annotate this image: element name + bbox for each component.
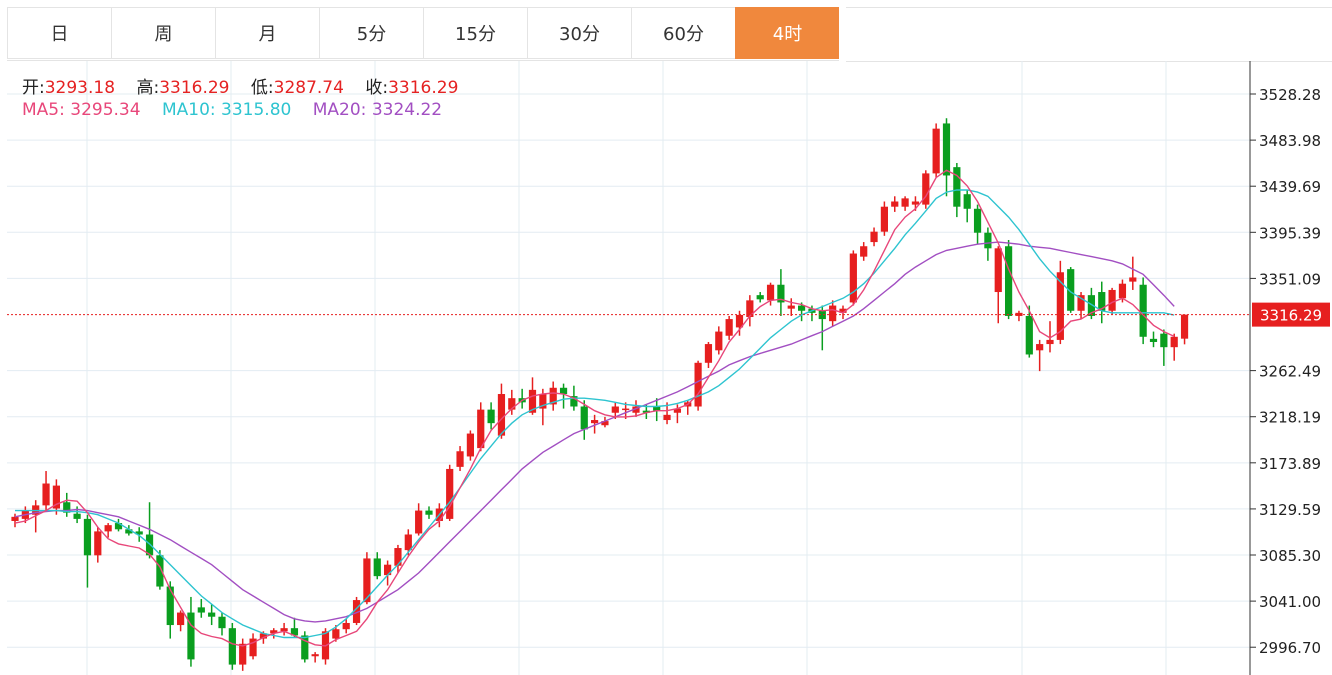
candle-body — [963, 194, 971, 209]
ma5-label: MA5: — [22, 100, 65, 120]
candle-body — [1149, 338, 1158, 342]
candle-body — [404, 534, 412, 551]
candle-body — [104, 525, 112, 532]
candle-body — [591, 420, 599, 424]
y-tick-label: 3439.69 — [1259, 178, 1321, 196]
y-tick-label: 3483.98 — [1259, 132, 1321, 150]
ma5-readout: MA5: 3295.34 — [22, 100, 141, 120]
candle-body — [798, 305, 806, 311]
candle-body — [373, 558, 381, 577]
candle-body — [342, 622, 350, 630]
y-tick-label: 3173.89 — [1259, 455, 1321, 473]
ma20-label: MA20: — [312, 100, 367, 120]
candle-body — [415, 510, 423, 534]
candle-body — [177, 612, 185, 626]
candle-body — [1160, 333, 1168, 348]
candle-body — [704, 344, 713, 363]
y-tick-label: 3041.00 — [1259, 593, 1321, 611]
candle-body — [870, 231, 878, 243]
candle-body — [73, 513, 81, 519]
candle-body — [94, 531, 102, 556]
candle-body — [787, 305, 795, 309]
candle-body — [994, 248, 1002, 293]
candle-body — [1180, 314, 1189, 339]
ma-readout: MA5: 3295.34 MA10: 3315.80 MA20: 3324.22 — [22, 100, 458, 120]
candle-body — [756, 295, 764, 300]
open-value: 3293.18 — [44, 78, 116, 98]
ma5-value: 3295.34 — [70, 100, 141, 120]
candle-body — [1036, 344, 1044, 351]
low-label: 低: — [250, 78, 274, 98]
candle-body — [1005, 246, 1013, 316]
ma20-readout: MA20: 3324.22 — [313, 100, 442, 120]
candle-body — [42, 483, 50, 506]
y-tick-label: 3395.39 — [1259, 224, 1321, 242]
candle-body — [849, 253, 857, 303]
y-tick-label: 3528.28 — [1259, 86, 1321, 104]
candle-body — [984, 232, 992, 249]
candle-body — [487, 409, 495, 424]
candle-body — [580, 406, 588, 430]
candle-body — [611, 406, 619, 413]
candle-body — [1170, 336, 1178, 348]
candle-body — [218, 616, 226, 629]
candle-body — [197, 607, 205, 613]
candle-body — [942, 123, 951, 176]
candle-body — [477, 409, 485, 449]
candle-body — [394, 548, 402, 566]
candle-body — [332, 629, 340, 639]
candle-body — [166, 586, 174, 626]
y-tick-label: 3129.59 — [1259, 501, 1321, 519]
ohlc-readout: 开:3293.18 高:3316.29 低:3287.74 收:3316.29 — [22, 73, 474, 98]
ma20-value: 3324.22 — [371, 100, 443, 120]
close-value: 3316.29 — [388, 78, 459, 98]
low-value: 3287.74 — [273, 78, 344, 98]
candle-body — [425, 510, 433, 515]
candle-body — [932, 128, 940, 174]
candle-body — [1139, 284, 1147, 337]
candle-body — [725, 319, 733, 336]
candle-body — [1129, 277, 1137, 282]
y-tick-label: 3218.19 — [1259, 409, 1321, 427]
candle-body — [1046, 339, 1054, 345]
ma10-value: 3315.80 — [221, 100, 292, 120]
candle-body — [228, 628, 236, 665]
high-label: 高: — [136, 78, 160, 98]
candle-body — [208, 612, 216, 617]
candle-body — [83, 518, 92, 556]
last-price-label: 3316.29 — [1260, 307, 1322, 325]
candle-body — [1118, 283, 1127, 299]
close-label: 收: — [365, 78, 389, 98]
candle-body — [829, 305, 837, 322]
candle-body — [11, 516, 19, 521]
candle-body — [694, 362, 702, 407]
candle-body — [622, 408, 630, 411]
candle-body — [715, 331, 723, 351]
candle-body — [239, 643, 247, 665]
candle-body — [880, 206, 888, 232]
candle-body — [891, 201, 899, 207]
candle-body — [901, 198, 909, 207]
candle-body — [860, 246, 868, 257]
candle-body — [766, 284, 775, 301]
candle-body — [911, 201, 920, 205]
y-tick-label: 2996.70 — [1259, 639, 1321, 657]
ma10-readout: MA10: 3315.80 — [162, 100, 291, 120]
candle-body — [1108, 289, 1116, 311]
y-tick-label: 3262.49 — [1259, 363, 1321, 381]
ma10-label: MA10: — [161, 100, 216, 120]
candle-body — [446, 468, 454, 519]
candle-body — [973, 208, 982, 233]
candle-body — [311, 654, 319, 657]
candle-body — [953, 167, 961, 207]
candle-body — [456, 451, 464, 467]
y-tick-label: 3085.30 — [1259, 547, 1321, 565]
candle-body — [497, 394, 506, 436]
y-tick-label: 3351.09 — [1259, 270, 1321, 288]
high-value: 3316.29 — [159, 78, 230, 98]
candle-body — [1025, 315, 1033, 355]
candle-body — [663, 414, 671, 421]
open-label: 开: — [22, 78, 45, 98]
candle-body — [466, 433, 474, 457]
